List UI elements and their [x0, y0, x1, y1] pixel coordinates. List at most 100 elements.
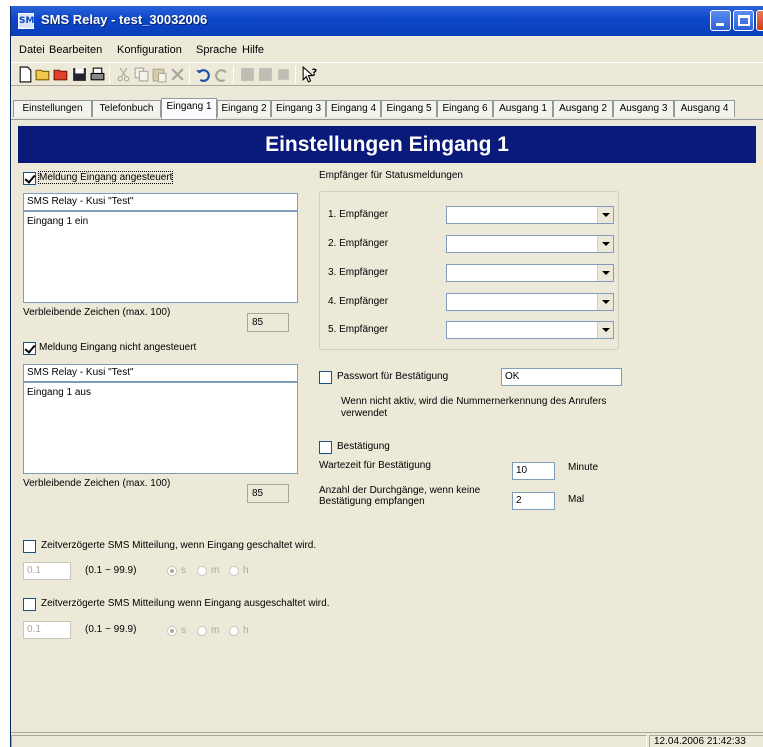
- delay-off-field[interactable]: 0.1: [23, 621, 71, 639]
- recipient-3-label: 3. Empfänger: [328, 267, 389, 278]
- tab-eingang-1[interactable]: Eingang 1: [161, 98, 217, 119]
- password-checkbox[interactable]: [319, 371, 332, 384]
- delay-on-radio-m[interactable]: [197, 566, 207, 576]
- status-bar: 12.04.2006 21:42:33: [11, 732, 763, 747]
- title-bar[interactable]: SMS SMS Relay - test_30032006: [11, 6, 763, 36]
- chevron-down-icon[interactable]: [597, 207, 613, 223]
- delay-off-unit-s: s: [181, 625, 186, 636]
- tab-eingang-4[interactable]: Eingang 4: [326, 100, 381, 117]
- delay-on-radio-h[interactable]: [229, 566, 239, 576]
- recipient-1-label: 1. Empfänger: [328, 209, 389, 220]
- status-timestamp: 12.04.2006 21:42:33: [649, 735, 763, 747]
- wait-label: Wartezeit für Bestätigung: [319, 460, 431, 471]
- recipient-1-select[interactable]: [446, 206, 614, 224]
- tab-eingang-5[interactable]: Eingang 5: [381, 100, 437, 117]
- minimize-button[interactable]: [710, 10, 731, 31]
- tab-eingang-3[interactable]: Eingang 3: [271, 100, 326, 117]
- delete-icon[interactable]: [169, 66, 186, 83]
- delay-on-field[interactable]: 0.1: [23, 562, 71, 580]
- passes-field[interactable]: 2: [512, 492, 555, 510]
- redo-icon[interactable]: [213, 66, 230, 83]
- recipient-5-label: 5. Empfänger: [328, 324, 389, 335]
- menu-hilfe[interactable]: Hilfe: [242, 44, 264, 56]
- delay-on-radio-s[interactable]: [167, 566, 177, 576]
- tab-strip: Einstellungen Telefonbuch Eingang 1 Eing…: [11, 98, 763, 120]
- chevron-down-icon[interactable]: [597, 294, 613, 310]
- delay-on-checkbox[interactable]: [23, 540, 36, 553]
- password-label: Passwort für Bestätigung: [337, 371, 449, 382]
- password-note: Wenn nicht aktiv, wird die Nummernerkenn…: [341, 396, 607, 419]
- confirmation-checkbox[interactable]: [319, 441, 332, 454]
- delay-off-radio-s[interactable]: [167, 626, 177, 636]
- menu-sprache[interactable]: Sprache: [196, 44, 237, 56]
- recipient-3-select[interactable]: [446, 264, 614, 282]
- recipients-group: 1. Empfänger 2. Empfänger 3. Empfänger 4…: [319, 191, 619, 350]
- on-message-header-field[interactable]: SMS Relay - Kusi "Test": [23, 193, 298, 211]
- open-red-folder-icon[interactable]: [53, 66, 70, 83]
- minimize-icon: [716, 23, 724, 26]
- recipient-4-select[interactable]: [446, 293, 614, 311]
- toolbar-separator: [233, 66, 234, 84]
- on-message-checkbox[interactable]: [23, 172, 36, 185]
- tab-ausgang-3[interactable]: Ausgang 3: [613, 100, 674, 117]
- tab-eingang-6[interactable]: Eingang 6: [437, 100, 493, 117]
- delay-on-range: (0.1 ~ 99.9): [85, 565, 137, 576]
- recipients-title: Empfänger für Statusmeldungen: [319, 170, 463, 181]
- toolbar-separator: [189, 66, 190, 84]
- chevron-down-icon[interactable]: [597, 236, 613, 252]
- help-icon[interactable]: ?: [301, 66, 318, 83]
- copy-icon[interactable]: [133, 66, 150, 83]
- delay-on-unit-h: h: [243, 565, 249, 576]
- menu-datei[interactable]: Datei: [19, 44, 45, 56]
- off-message-body-textarea[interactable]: Eingang 1 aus: [23, 382, 298, 474]
- new-document-icon[interactable]: [17, 66, 34, 83]
- undo-icon[interactable]: [195, 66, 212, 83]
- tab-ausgang-2[interactable]: Ausgang 2: [553, 100, 613, 117]
- on-message-body-textarea[interactable]: Eingang 1 ein: [23, 211, 298, 303]
- open-folder-icon[interactable]: [35, 66, 52, 83]
- menu-konfiguration[interactable]: Konfiguration: [117, 44, 182, 56]
- tab-einstellungen[interactable]: Einstellungen: [13, 100, 92, 117]
- disconnect-icon[interactable]: [275, 66, 292, 83]
- save-icon[interactable]: [71, 66, 88, 83]
- menu-bar: Datei Bearbeiten Konfiguration Sprache H…: [11, 40, 763, 60]
- delay-off-label: Zeitverzögerte SMS Mitteilung wenn Einga…: [41, 598, 330, 609]
- delay-off-checkbox[interactable]: [23, 598, 36, 611]
- toolbar-separator: [109, 66, 110, 84]
- chevron-down-icon[interactable]: [597, 265, 613, 281]
- recipient-2-label: 2. Empfänger: [328, 238, 389, 249]
- passes-unit: Mal: [568, 494, 585, 505]
- paste-icon[interactable]: [151, 66, 168, 83]
- tab-ausgang-4[interactable]: Ausgang 4: [674, 100, 735, 117]
- menu-bearbeiten[interactable]: Bearbeiten: [49, 44, 102, 56]
- delay-off-range: (0.1 ~ 99.9): [85, 624, 137, 635]
- tab-ausgang-1[interactable]: Ausgang 1: [493, 100, 553, 117]
- delay-off-radio-m[interactable]: [197, 626, 207, 636]
- connect-icon[interactable]: [239, 66, 256, 83]
- delay-on-unit-m: m: [211, 565, 220, 576]
- confirmation-label: Bestätigung: [337, 441, 390, 452]
- wait-field[interactable]: 10: [512, 462, 555, 480]
- close-button[interactable]: [756, 10, 763, 31]
- tab-panel: Einstellungen Eingang 1 Meldung Eingang …: [11, 119, 763, 732]
- passes-label-line2: Bestätigung empfangen: [319, 496, 425, 507]
- maximize-button[interactable]: [733, 10, 754, 31]
- tab-eingang-2[interactable]: Eingang 2: [217, 100, 271, 117]
- delay-off-radio-h[interactable]: [229, 626, 239, 636]
- off-message-checkbox[interactable]: [23, 342, 36, 355]
- off-message-header-field[interactable]: SMS Relay - Kusi "Test": [23, 364, 298, 382]
- recipient-5-select[interactable]: [446, 321, 614, 339]
- transfer-icon[interactable]: [257, 66, 274, 83]
- on-remaining-label: Verbleibende Zeichen (max. 100): [23, 307, 171, 318]
- window-title: SMS Relay - test_30032006: [41, 12, 208, 27]
- off-message-label: Meldung Eingang nicht angesteuert: [39, 342, 197, 353]
- print-icon[interactable]: [89, 66, 106, 83]
- recipient-2-select[interactable]: [446, 235, 614, 253]
- app-window: SMS SMS Relay - test_30032006 Datei Bear…: [10, 6, 763, 747]
- delay-off-unit-h: h: [243, 625, 249, 636]
- password-field[interactable]: OK: [501, 368, 622, 386]
- cut-icon[interactable]: [115, 66, 132, 83]
- tab-telefonbuch[interactable]: Telefonbuch: [92, 100, 161, 117]
- off-remaining-counter: 85: [247, 484, 289, 503]
- chevron-down-icon[interactable]: [597, 322, 613, 338]
